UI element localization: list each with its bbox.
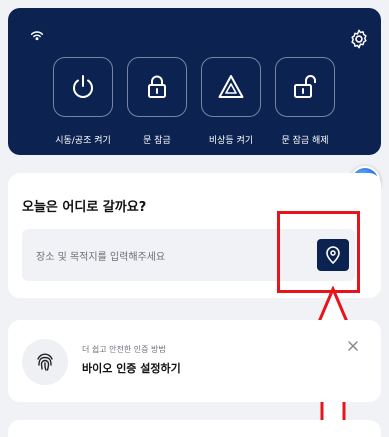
- fingerprint-icon: [37, 353, 53, 371]
- destination-title: 오늘은 어디로 갈까요?: [22, 200, 147, 215]
- next-card: [8, 420, 381, 437]
- close-icon[interactable]: [346, 339, 360, 353]
- gear-icon[interactable]: [348, 28, 370, 50]
- hazard-icon: [218, 75, 244, 98]
- lock-icon: [148, 75, 166, 98]
- door-unlock-button[interactable]: [275, 57, 335, 117]
- engine-climate-on-button[interactable]: [53, 57, 113, 117]
- signal-icon: [30, 31, 44, 41]
- unlock-icon: [294, 75, 316, 98]
- annotation-highlight-box: [277, 211, 360, 293]
- power-icon: [73, 75, 93, 98]
- bio-auth-subtitle: 더 쉽고 안전한 인증 방법: [82, 345, 166, 354]
- door-lock-button[interactable]: [127, 57, 187, 117]
- door-unlock-label: 문 잠금 해제: [281, 136, 329, 146]
- bio-auth-title: 바이오 인증 설정하기: [82, 362, 181, 375]
- remote-control-card: 시동/공조 켜기 문 잠금 비상등 켜기 문 잠금 해제: [8, 8, 381, 155]
- destination-search-placeholder: 장소 및 목적지를 입력해주세요: [36, 252, 166, 263]
- hazard-on-button[interactable]: [201, 57, 261, 117]
- fingerprint-badge: [22, 339, 68, 385]
